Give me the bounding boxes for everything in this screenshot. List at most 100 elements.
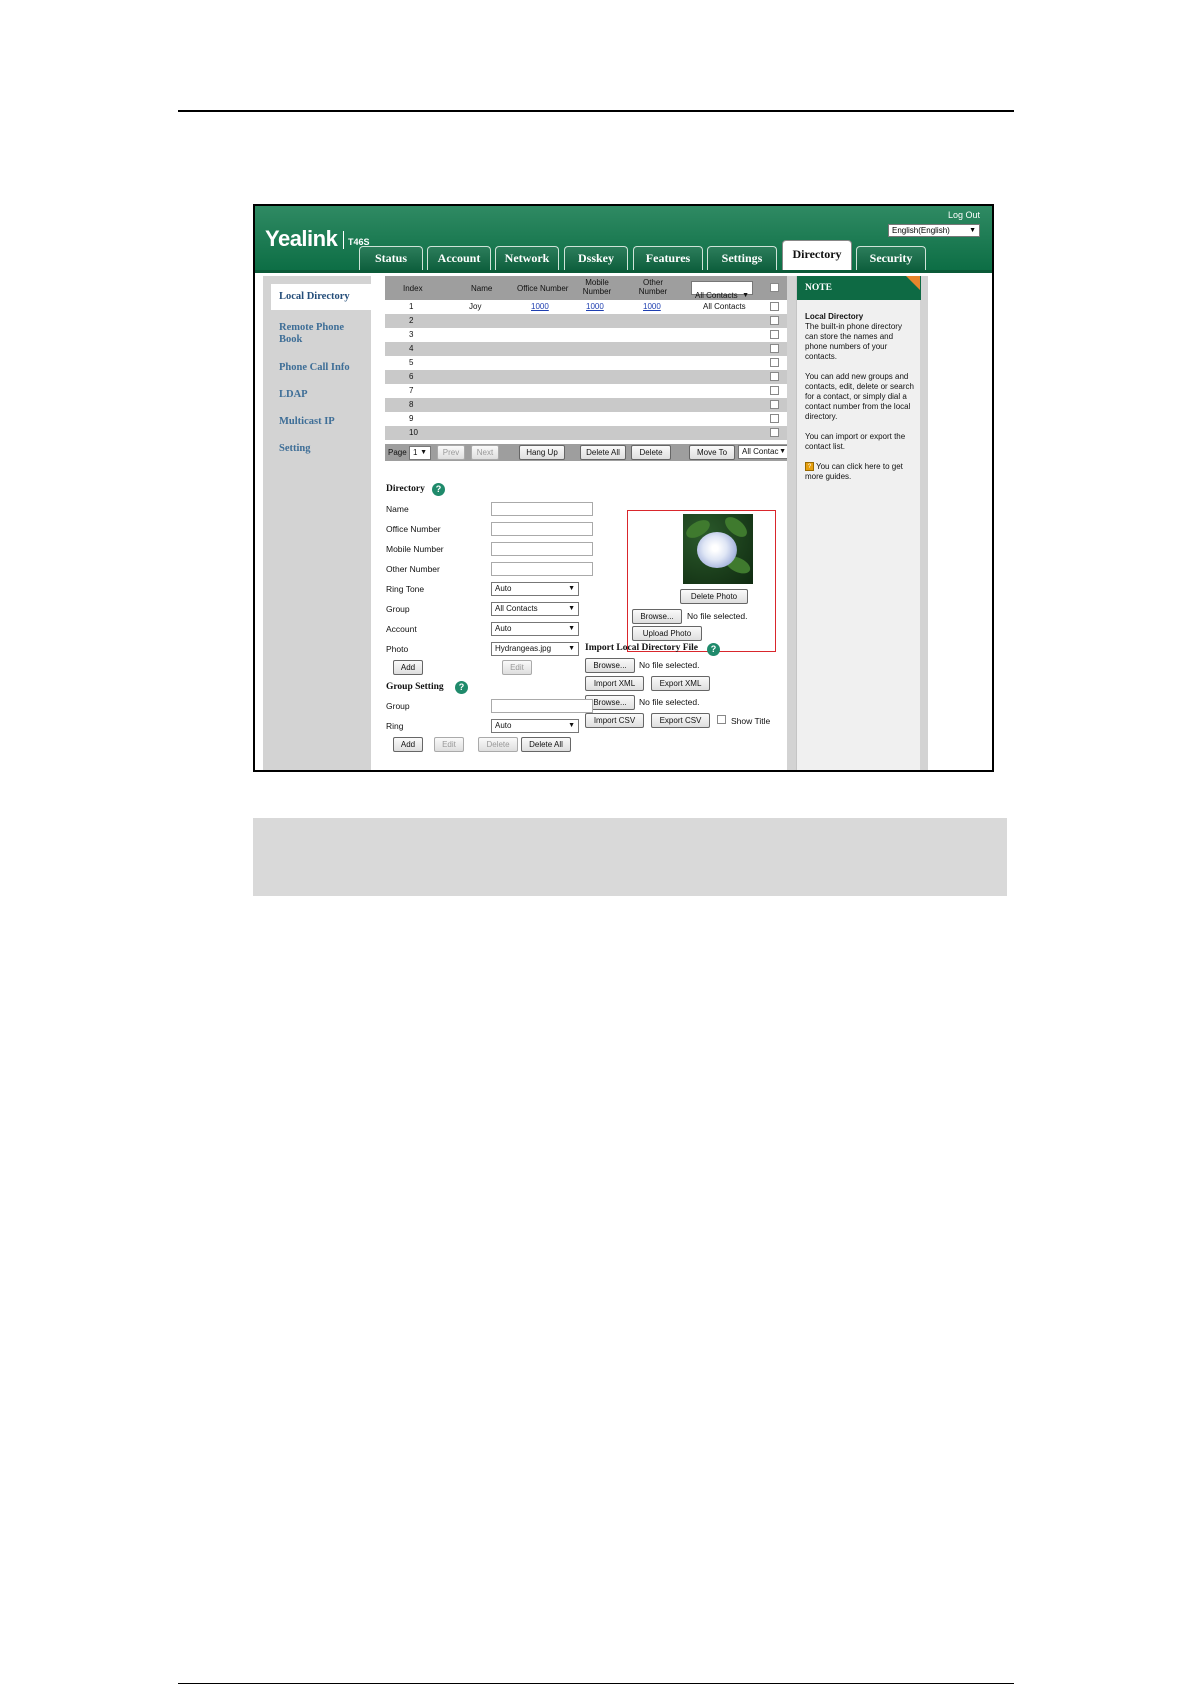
import-xml-button[interactable]: Import XML [585,676,644,691]
table-row[interactable]: 1 Joy 1000 1000 1000 All Contacts [385,300,787,314]
note-heading: Local Directory [805,312,864,321]
group-name-input[interactable] [491,699,593,713]
note-panel: NOTE Local Directory The built-in phone d… [796,276,921,770]
group-setting-title: Group Setting [386,682,444,692]
table-row[interactable]: 6 [385,370,787,384]
photo-file-status: No file selected. [687,611,748,621]
guides-link[interactable]: ? You can click here to get more guides. [805,462,917,482]
group-select[interactable]: All Contacts ▼ [491,602,579,616]
table-row[interactable]: 9 [385,412,787,426]
row-checkbox[interactable] [770,372,779,381]
next-button[interactable]: Next [471,445,499,460]
delete-photo-button[interactable]: Delete Photo [680,589,748,604]
tab-features[interactable]: Features [633,246,703,270]
prev-button[interactable]: Prev [437,445,465,460]
language-select[interactable]: English(English) ▼ [888,224,980,237]
edit-group-button[interactable]: Edit [434,737,464,752]
sidebar-item-phone-call-info[interactable]: Phone Call Info [279,362,371,374]
page-select[interactable]: 1 ▼ [409,446,431,460]
logo-separator [343,231,344,249]
tab-status[interactable]: Status [359,246,423,270]
export-xml-button[interactable]: Export XML [651,676,710,691]
table-row[interactable]: 8 [385,398,787,412]
row-checkbox[interactable] [770,316,779,325]
chevron-down-icon: ▼ [779,448,786,455]
move-to-button[interactable]: Move To [689,445,735,460]
add-contact-button[interactable]: Add [393,660,423,675]
export-csv-button[interactable]: Export CSV [651,713,710,728]
table-row[interactable]: 10 [385,426,787,440]
pager-bar: Page 1 ▼ Prev Next Hang Up Delete All De… [385,444,790,461]
tab-dsskey[interactable]: Dsskey [564,246,628,270]
table-row[interactable]: 2 [385,314,787,328]
edit-contact-button[interactable]: Edit [502,660,532,675]
import-csv-button[interactable]: Import CSV [585,713,644,728]
row-checkbox[interactable] [770,302,779,311]
other-number-input[interactable] [491,562,593,576]
mobile-number-input[interactable] [491,542,593,556]
other-number-link[interactable]: 1000 [643,302,661,311]
sidebar: Local Directory Remote Phone Book Phone … [263,276,371,770]
logout-link[interactable]: Log Out [948,210,980,220]
name-input[interactable] [491,502,593,516]
note-paragraph-3: You can import or export the contact lis… [805,432,906,451]
tab-settings[interactable]: Settings [707,246,777,270]
sidebar-item-local-directory[interactable]: Local Directory [271,284,371,310]
row-checkbox[interactable] [770,358,779,367]
help-icon[interactable]: ? [455,681,468,694]
account-select[interactable]: Auto ▼ [491,622,579,636]
photo-select[interactable]: Hydrangeas.jpg ▼ [491,642,579,656]
browse-photo-button[interactable]: Browse... [632,609,682,624]
chevron-down-icon: ▼ [568,722,575,729]
other-number-label: Other Number [386,564,440,574]
hydrangea-flower [697,532,737,568]
chevron-down-icon: ▼ [568,605,575,612]
office-number-label: Office Number [386,524,441,534]
row-checkbox[interactable] [770,330,779,339]
row-checkbox[interactable] [770,400,779,409]
col-mobile: Mobile Number [582,278,612,296]
move-target-select[interactable]: All Contac ▼ [738,445,790,459]
hang-up-button[interactable]: Hang Up [519,445,565,460]
delete-all-button[interactable]: Delete All [580,445,626,460]
help-icon[interactable]: ? [432,483,445,496]
contacts-table: Index Name Office Number Mobile Number O… [385,276,787,440]
sidebar-item-setting[interactable]: Setting [279,443,371,455]
ring-select[interactable]: Auto ▼ [491,719,579,733]
delete-button[interactable]: Delete [631,445,671,460]
table-row[interactable]: 3 [385,328,787,342]
row-checkbox[interactable] [770,386,779,395]
select-all-checkbox[interactable] [770,283,779,292]
row-checkbox[interactable] [770,414,779,423]
sidebar-item-ldap[interactable]: LDAP [279,389,371,401]
delete-group-button[interactable]: Delete [478,737,518,752]
page-rule-bottom [178,1683,1014,1684]
mobile-number-label: Mobile Number [386,544,444,554]
delete-all-groups-button[interactable]: Delete All [521,737,571,752]
row-checkbox[interactable] [770,344,779,353]
office-number-input[interactable] [491,522,593,536]
help-icon[interactable]: ? [707,643,720,656]
account-label: Account [386,624,417,634]
row-checkbox[interactable] [770,428,779,437]
table-row[interactable]: 7 [385,384,787,398]
mobile-number-link[interactable]: 1000 [586,302,604,311]
table-row[interactable]: 4 [385,342,787,356]
ring-tone-select[interactable]: Auto ▼ [491,582,579,596]
tab-directory[interactable]: Directory [782,240,852,273]
upload-photo-button[interactable]: Upload Photo [632,626,702,641]
office-number-link[interactable]: 1000 [531,302,549,311]
group-filter-select[interactable]: All Contacts ▼ [691,281,753,300]
add-group-button[interactable]: Add [393,737,423,752]
tab-security[interactable]: Security [856,246,926,270]
browse-import-button[interactable]: Browse... [585,658,635,673]
col-other: Other Number [638,278,668,296]
sidebar-item-multicast-ip[interactable]: Multicast IP [279,416,371,428]
table-header: Index Name Office Number Mobile Number O… [385,276,787,300]
note-body: Local Directory The built-in phone direct… [805,312,917,492]
tab-account[interactable]: Account [427,246,491,270]
table-row[interactable]: 5 [385,356,787,370]
sidebar-item-remote-phone-book[interactable]: Remote Phone Book [279,322,359,346]
show-title-checkbox[interactable] [717,715,726,724]
tab-network[interactable]: Network [495,246,559,270]
